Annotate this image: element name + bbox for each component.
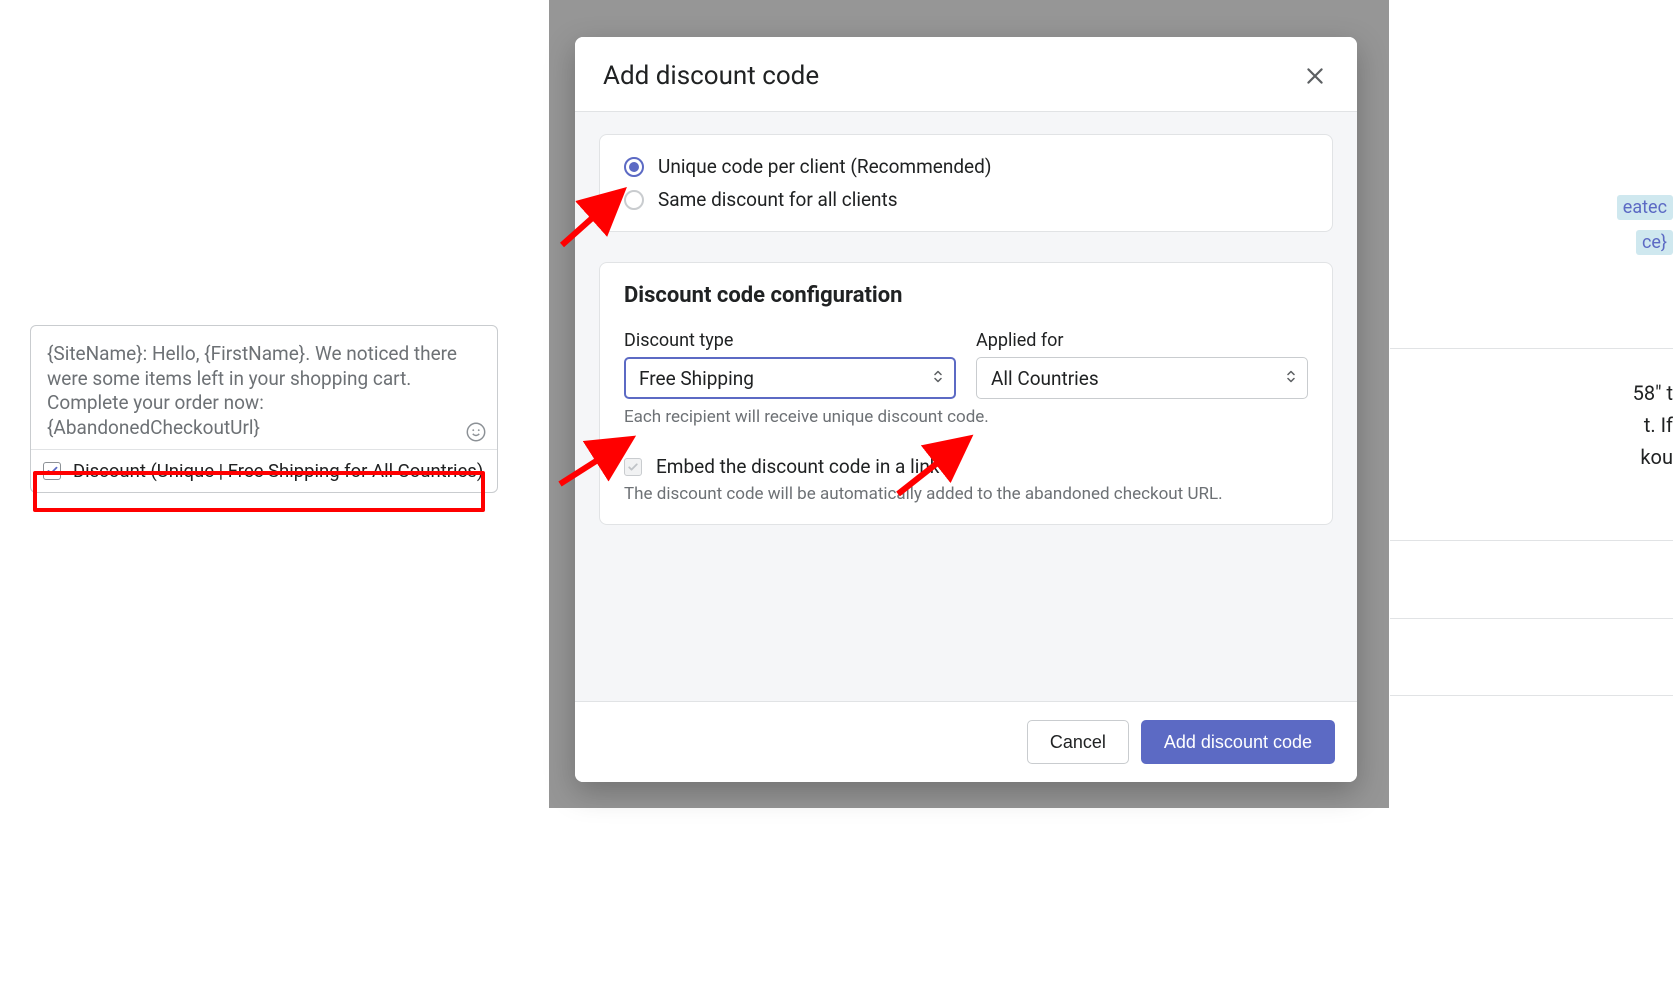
radio-icon <box>624 190 644 210</box>
radio-same-for-all[interactable]: Same discount for all clients <box>624 188 1308 211</box>
modal-footer: Cancel Add discount code <box>575 701 1357 782</box>
applied-for-select[interactable]: All Countries <box>976 357 1308 399</box>
select-caret-icon <box>1285 367 1297 390</box>
discount-checkbox[interactable] <box>43 462 61 480</box>
radio-unique-per-client[interactable]: Unique code per client (Recommended) <box>624 155 1308 178</box>
discount-type-value: Free Shipping <box>639 367 754 390</box>
radio-unique-label: Unique code per client (Recommended) <box>658 155 991 178</box>
applied-for-value: All Countries <box>991 367 1099 390</box>
emoji-icon[interactable] <box>465 421 487 443</box>
applied-for-label: Applied for <box>976 330 1308 351</box>
discount-type-field: Discount type Free Shipping <box>624 330 956 399</box>
bg-tag-fragment-2: ce} <box>1636 230 1673 255</box>
bg-text-fragment-1: 58" t <box>1633 378 1673 408</box>
bg-text-fragment-3: kou <box>1640 442 1673 472</box>
bg-divider-4 <box>1390 695 1673 696</box>
cancel-button[interactable]: Cancel <box>1027 720 1129 764</box>
unique-code-hint: Each recipient will receive unique disco… <box>624 407 1308 427</box>
cancel-button-label: Cancel <box>1050 732 1106 753</box>
close-button[interactable] <box>1301 62 1329 90</box>
embed-checkbox[interactable] <box>624 458 642 476</box>
discount-checkbox-row[interactable]: Discount (Unique | Free Shipping for All… <box>31 449 497 492</box>
add-discount-code-button[interactable]: Add discount code <box>1141 720 1335 764</box>
message-textarea[interactable]: {SiteName}: Hello, {FirstName}. We notic… <box>31 326 497 449</box>
message-text: {SiteName}: Hello, {FirstName}. We notic… <box>47 342 457 439</box>
bg-text-fragment-2: t. If <box>1644 410 1673 440</box>
bg-divider-3 <box>1390 618 1673 619</box>
close-icon <box>1304 65 1326 87</box>
radio-same-label: Same discount for all clients <box>658 188 898 211</box>
add-discount-code-modal: Add discount code Unique code per client… <box>575 37 1357 782</box>
applied-for-field: Applied for All Countries <box>976 330 1308 399</box>
modal-title: Add discount code <box>603 61 819 91</box>
modal-header: Add discount code <box>575 37 1357 112</box>
code-mode-card: Unique code per client (Recommended) Sam… <box>599 134 1333 232</box>
discount-config-card: Discount code configuration Discount typ… <box>599 262 1333 525</box>
embed-in-link-row[interactable]: Embed the discount code in a link <box>624 455 1308 478</box>
discount-type-label: Discount type <box>624 330 956 351</box>
bg-divider-2 <box>1390 540 1673 541</box>
discount-checkbox-label: Discount (Unique | Free Shipping for All… <box>73 460 483 482</box>
config-section-title: Discount code configuration <box>624 283 1308 308</box>
embed-label: Embed the discount code in a link <box>656 455 939 478</box>
embed-help-text: The discount code will be automatically … <box>624 484 1308 504</box>
radio-icon <box>624 157 644 177</box>
modal-body: Unique code per client (Recommended) Sam… <box>575 112 1357 701</box>
discount-type-select[interactable]: Free Shipping <box>624 357 956 399</box>
select-caret-icon <box>932 367 944 390</box>
bg-tag-fragment-1: eatec <box>1617 195 1673 220</box>
add-discount-button-label: Add discount code <box>1164 732 1312 753</box>
message-editor-panel: {SiteName}: Hello, {FirstName}. We notic… <box>30 325 498 493</box>
bg-divider-1 <box>1390 348 1673 349</box>
